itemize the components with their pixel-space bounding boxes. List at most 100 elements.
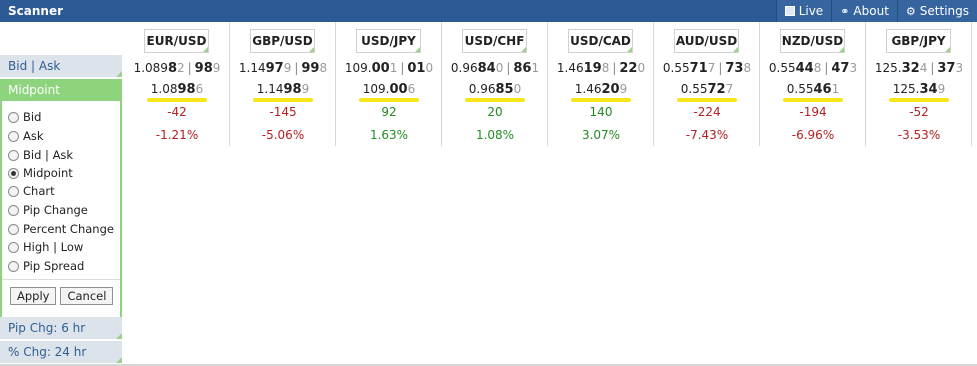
radio-icon[interactable] <box>8 260 19 272</box>
bid-pips: 71 <box>689 61 708 76</box>
ask-fraction: 3 <box>955 61 964 75</box>
pip-change: 92 <box>381 105 397 119</box>
cancel-button[interactable]: Cancel <box>60 287 114 305</box>
live-button[interactable]: Live <box>775 0 832 22</box>
radio-icon[interactable] <box>8 130 19 142</box>
pair-column-nzdusd: NZD/USD 0.55448 | 473 0.55461 -194 -6.96% <box>760 22 866 146</box>
mid-pips: 46 <box>813 82 832 97</box>
corner-marker-icon <box>521 47 526 52</box>
radio-icon[interactable] <box>8 149 19 161</box>
ask-fraction: 0 <box>637 61 646 75</box>
pip-change: 140 <box>589 105 613 119</box>
ask-pips: 01 <box>407 61 426 76</box>
bid-fraction: 7 <box>707 61 716 75</box>
option-bid[interactable]: Bid <box>8 109 41 125</box>
midpoint-row-label: Midpoint <box>8 83 60 97</box>
pip-chg-row[interactable]: Pip Chg: 6 hr <box>0 317 122 339</box>
radio-icon[interactable] <box>8 204 19 216</box>
pair-selector[interactable]: NZD/USD <box>780 29 845 53</box>
percent-change: 1.63% <box>369 128 409 142</box>
pair-selector[interactable]: GBP/JPY <box>886 29 951 53</box>
bid-prefix: 1.14 <box>238 61 266 75</box>
bid-fraction: 0 <box>495 61 504 75</box>
mid-prefix: 0.55 <box>786 82 814 96</box>
pair-selector[interactable]: EUR/USD <box>144 29 209 53</box>
pair-label: AUD/USD <box>675 34 738 48</box>
corner-marker-icon <box>627 47 632 52</box>
midpoint-row-active[interactable]: Midpoint <box>0 79 122 101</box>
midpoint-highlight <box>147 98 207 102</box>
ask-pips: 22 <box>619 61 638 76</box>
settings-button[interactable]: ⚙ Settings <box>896 0 977 22</box>
option-high-low[interactable]: High | Low <box>8 239 83 255</box>
mid-prefix: 0.96 <box>468 82 496 96</box>
option-midpoint[interactable]: Midpoint <box>8 165 73 181</box>
pair-selector[interactable]: USD/CHF <box>462 29 527 53</box>
about-button[interactable]: ⚭ About <box>831 0 897 22</box>
bid-ask-quote: 1.46198 | 220 <box>548 61 654 76</box>
pip-change: -52 <box>909 105 929 119</box>
radio-selected-icon[interactable] <box>8 167 19 179</box>
pair-label: EUR/USD <box>146 34 207 48</box>
option-percent-change[interactable]: Percent Change <box>8 221 114 237</box>
separator: | <box>187 61 192 75</box>
pair-selector[interactable]: USD/CAD <box>568 29 633 53</box>
percent-change: -3.53% <box>897 128 941 142</box>
corner-marker-icon <box>733 47 738 52</box>
pair-label: NZD/USD <box>781 34 844 48</box>
option-pip-change[interactable]: Pip Change <box>8 202 88 218</box>
mid-pips: 72 <box>707 82 726 97</box>
separator: | <box>718 61 723 75</box>
bid-pips: 00 <box>371 61 390 76</box>
bid-pips: 8 <box>167 61 177 76</box>
ask-pips: 99 <box>301 61 320 76</box>
top-nav: Live ⚭ About ⚙ Settings <box>775 0 977 22</box>
apply-button[interactable]: Apply <box>10 287 57 305</box>
bid-fraction: 8 <box>601 61 610 75</box>
percent-change: 1.08% <box>475 128 515 142</box>
pair-column-usdcad: USD/CAD 1.46198 | 220 1.46209 140 3.07% <box>548 22 654 146</box>
mid-fraction: 0 <box>513 82 522 96</box>
ask-fraction: 8 <box>319 61 328 75</box>
ask-pips: 37 <box>937 61 956 76</box>
option-label: Bid <box>23 110 42 124</box>
pct-chg-row[interactable]: % Chg: 24 hr <box>0 341 122 363</box>
gear-icon: ⚙ <box>905 4 916 18</box>
scanner-grid: EUR/USD 1.08982 | 989 1.08986 -42 -1.21% G… <box>124 22 977 366</box>
bid-fraction: 9 <box>283 61 292 75</box>
pair-selector[interactable]: AUD/USD <box>674 29 739 53</box>
mid-prefix: 0.55 <box>680 82 708 96</box>
radio-icon[interactable] <box>8 185 19 197</box>
option-ask[interactable]: Ask <box>8 128 44 144</box>
midpoint-highlight <box>571 98 631 102</box>
radio-icon[interactable] <box>8 241 19 253</box>
radio-icon[interactable] <box>8 111 19 123</box>
ask-fraction: 1 <box>531 61 540 75</box>
midpoint-quote: 0.96850 <box>442 82 548 97</box>
ask-fraction: 0 <box>425 61 434 75</box>
option-chart[interactable]: Chart <box>8 183 55 199</box>
bid-pips: 84 <box>477 61 496 76</box>
pct-chg-row-label: % Chg: 24 hr <box>8 345 87 359</box>
options-buttons: Apply Cancel <box>10 287 117 305</box>
option-pip-spread[interactable]: Pip Spread <box>8 258 84 274</box>
mid-fraction: 9 <box>619 82 628 96</box>
corner-marker-icon <box>945 47 950 52</box>
option-label: High | Low <box>23 240 84 254</box>
pair-label: GBP/USD <box>252 34 313 48</box>
ask-pips: 98 <box>194 61 213 76</box>
ask-fraction: 8 <box>743 61 752 75</box>
midpoint-highlight <box>677 98 737 102</box>
pair-selector[interactable]: USD/JPY <box>356 29 421 53</box>
corner-marker-icon <box>839 47 844 52</box>
left-panel: Bid | Ask Midpoint Bid Ask Bid | Ask Mid… <box>0 22 124 366</box>
percent-change: -1.21% <box>155 128 199 142</box>
bid-ask-row-label: Bid | Ask <box>8 59 61 73</box>
pair-selector[interactable]: GBP/USD <box>250 29 315 53</box>
separator: | <box>824 61 829 75</box>
bid-ask-row[interactable]: Bid | Ask <box>0 55 122 77</box>
radio-icon[interactable] <box>8 223 19 235</box>
mid-pips: 20 <box>601 82 620 97</box>
corner-marker-icon <box>309 47 314 52</box>
option-bid-ask[interactable]: Bid | Ask <box>8 147 73 163</box>
